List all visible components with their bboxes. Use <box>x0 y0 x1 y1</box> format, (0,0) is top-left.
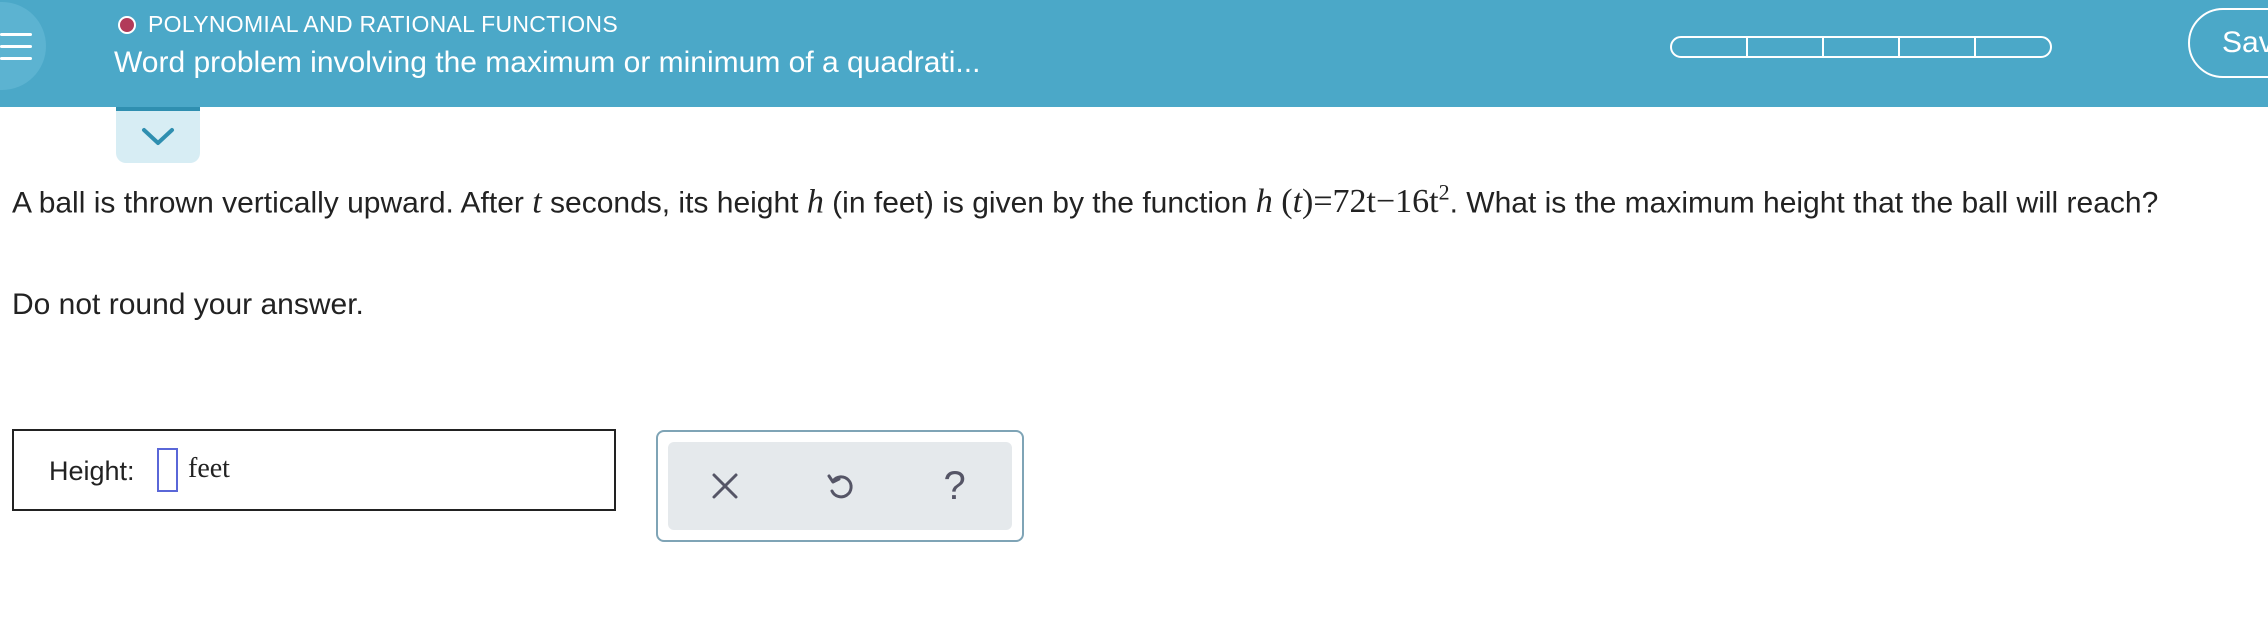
progress-bar <box>1670 36 2052 58</box>
topic-title: POLYNOMIAL AND RATIONAL FUNCTIONS <box>148 11 618 37</box>
chevron-down-icon <box>142 128 174 145</box>
tool-panel: ? <box>656 430 1024 542</box>
lesson-title: Word problem involving the maximum or mi… <box>114 46 981 79</box>
clear-icon <box>712 473 738 499</box>
answer-label: Height: <box>49 456 135 486</box>
undo-icon <box>827 474 853 499</box>
height-input[interactable] <box>157 448 178 492</box>
answer-unit: feet <box>188 453 230 484</box>
function-formula: h (t)=72t−16t2 <box>1255 180 1450 221</box>
menu-button[interactable] <box>0 2 46 90</box>
answer-box: Height: feet <box>12 429 616 511</box>
progress-segment <box>1670 36 1748 58</box>
question-text: A ball is thrown vertically upward. Afte… <box>12 180 2159 221</box>
progress-segment <box>1822 36 1900 58</box>
topic-status-icon <box>118 15 136 34</box>
help-icon: ? <box>943 463 966 508</box>
progress-segment <box>1898 36 1976 58</box>
progress-segment <box>1974 36 2052 58</box>
menu-icon <box>0 32 32 36</box>
clear-button[interactable] <box>690 451 760 521</box>
var-h: h <box>806 183 824 221</box>
save-button[interactable]: Sav <box>2188 8 2268 78</box>
instruction-text: Do not round your answer. <box>12 288 364 321</box>
progress-segment <box>1746 36 1824 58</box>
top-bar: POLYNOMIAL AND RATIONAL FUNCTIONS Word p… <box>0 0 2268 107</box>
topic-header: POLYNOMIAL AND RATIONAL FUNCTIONS <box>118 11 618 38</box>
var-t: t <box>532 183 542 221</box>
help-button[interactable]: ? <box>920 451 990 521</box>
undo-button[interactable] <box>805 451 875 521</box>
expand-tab[interactable] <box>116 107 200 163</box>
